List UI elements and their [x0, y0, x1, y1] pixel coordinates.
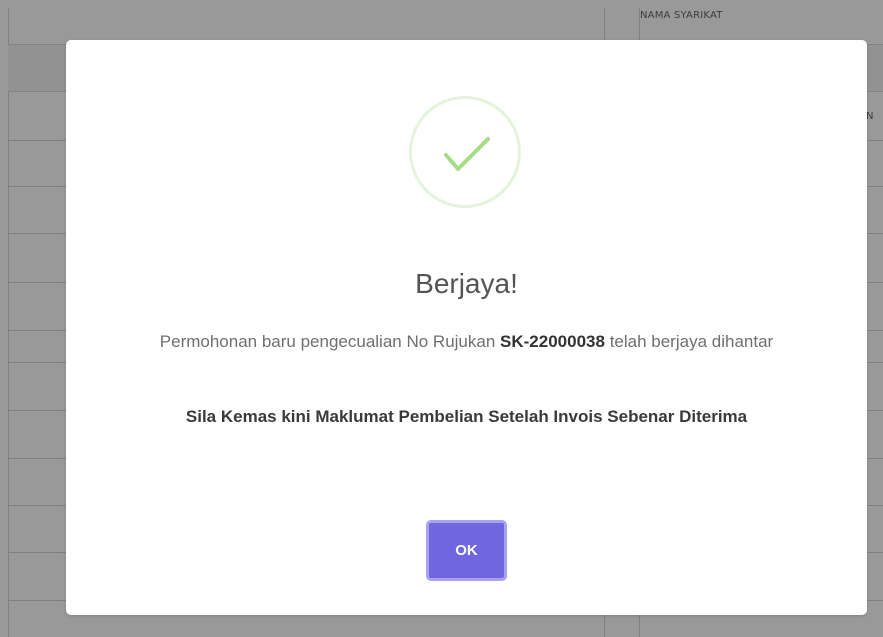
check-icon: [409, 96, 521, 208]
dialog-title: Berjaya!: [415, 268, 518, 299]
dialog-message: Permohonan baru pengecualian No Rujukan …: [106, 331, 827, 353]
reference-number: SK-22000038: [500, 332, 605, 351]
message-suffix: telah berjaya dihantar: [609, 332, 774, 351]
success-dialog: Berjaya! Permohonan baru pengecualian No…: [66, 40, 867, 615]
ok-button[interactable]: OK: [426, 520, 507, 581]
message-prefix: Permohonan baru pengecualian No Rujukan: [159, 332, 496, 351]
dialog-note: Sila Kemas kini Maklumat Pembelian Setel…: [185, 407, 748, 426]
